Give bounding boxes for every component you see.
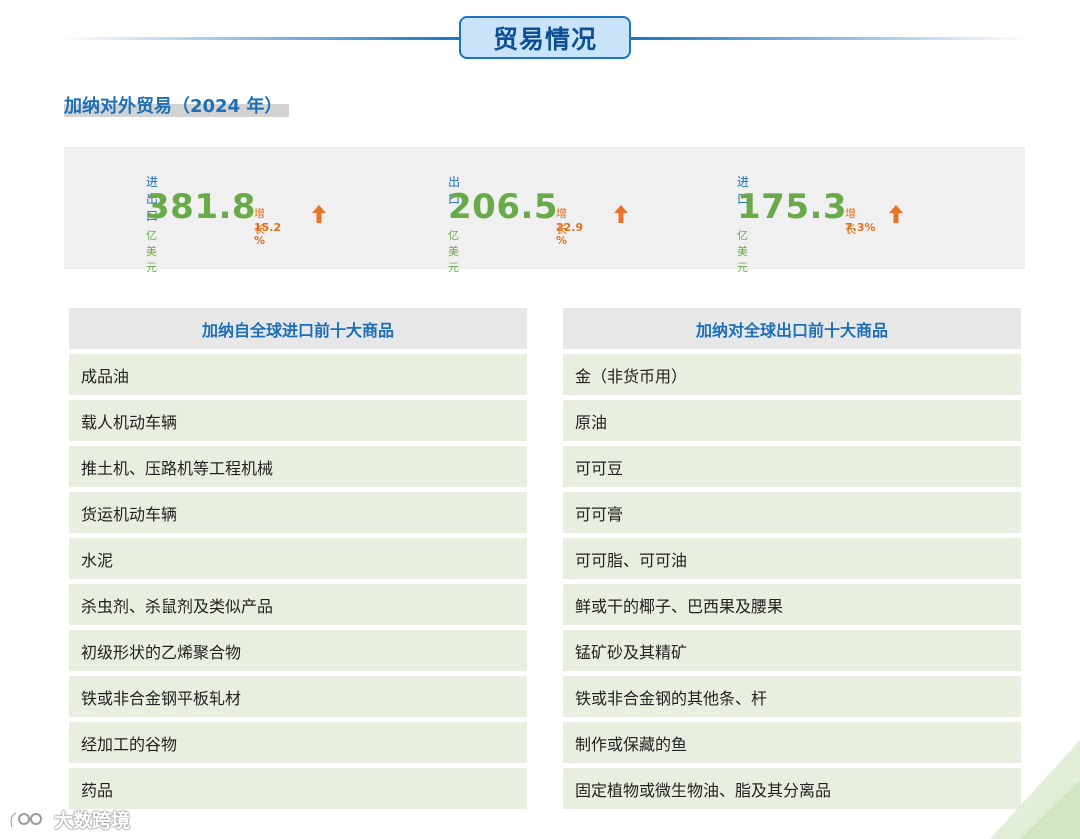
list-item: 铁或非合金钢平板轧材 — [69, 676, 527, 717]
corner-decoration — [990, 740, 1080, 839]
page-subtitle: 加纳对外贸易（2024 年） — [64, 96, 283, 117]
stat-unit: 亿美元 — [737, 229, 748, 274]
header-line-right — [630, 37, 1030, 40]
growth-value: 15.2 % — [254, 221, 282, 247]
trade-stats-panel: 进出口 381.8 亿美元 增长 15.2 % 出口 206.5 亿美元 增长 … — [64, 147, 1025, 274]
stat-value: 206.5 — [448, 187, 559, 227]
list-item: 可可膏 — [563, 492, 1021, 533]
list-item: 原油 — [563, 400, 1021, 441]
export-list: 加纳对全球出口前十大商品 金（非货币用） 原油 可可豆 可可膏 可可脂、可可油 … — [563, 308, 1021, 809]
list-item: 铁或非合金钢的其他条、杆 — [563, 676, 1021, 717]
list-item: 固定植物或微生物油、脂及其分离品 — [563, 768, 1021, 809]
export-list-header: 加纳对全球出口前十大商品 — [563, 308, 1021, 349]
list-item: 初级形状的乙烯聚合物 — [69, 630, 527, 671]
growth-value: 7.3% — [845, 221, 876, 234]
stat-value: 381.8 — [146, 187, 257, 227]
list-item: 载人机动车辆 — [69, 400, 527, 441]
header-line-left — [60, 37, 462, 40]
stat-unit: 亿美元 — [448, 229, 459, 274]
stat-value: 175.3 — [737, 187, 848, 227]
growth-value: 22.9 % — [556, 221, 584, 247]
logo-icon — [9, 811, 42, 827]
import-list-header: 加纳自全球进口前十大商品 — [69, 308, 527, 349]
section-title: 贸易情况 — [459, 16, 631, 59]
stat-unit: 亿美元 — [146, 229, 157, 274]
list-item: 杀虫剂、杀鼠剂及类似产品 — [69, 584, 527, 625]
list-item: 货运机动车辆 — [69, 492, 527, 533]
up-arrow-icon — [614, 205, 628, 223]
list-item: 锰矿砂及其精矿 — [563, 630, 1021, 671]
list-item: 鲜或干的椰子、巴西果及腰果 — [563, 584, 1021, 625]
list-item: 推土机、压路机等工程机械 — [69, 446, 527, 487]
up-arrow-icon — [889, 205, 903, 223]
watermark-text: 大数跨境 — [54, 810, 131, 832]
list-item: 制作或保藏的鱼 — [563, 722, 1021, 763]
import-list: 加纳自全球进口前十大商品 成品油 载人机动车辆 推土机、压路机等工程机械 货运机… — [69, 308, 527, 809]
list-item: 成品油 — [69, 354, 527, 395]
list-item: 水泥 — [69, 538, 527, 579]
list-item: 可可豆 — [563, 446, 1021, 487]
list-item: 药品 — [69, 768, 527, 809]
up-arrow-icon — [312, 205, 326, 223]
list-item: 可可脂、可可油 — [563, 538, 1021, 579]
watermark: 大数跨境 — [8, 806, 130, 833]
list-item: 经加工的谷物 — [69, 722, 527, 763]
list-item: 金（非货币用） — [563, 354, 1021, 395]
